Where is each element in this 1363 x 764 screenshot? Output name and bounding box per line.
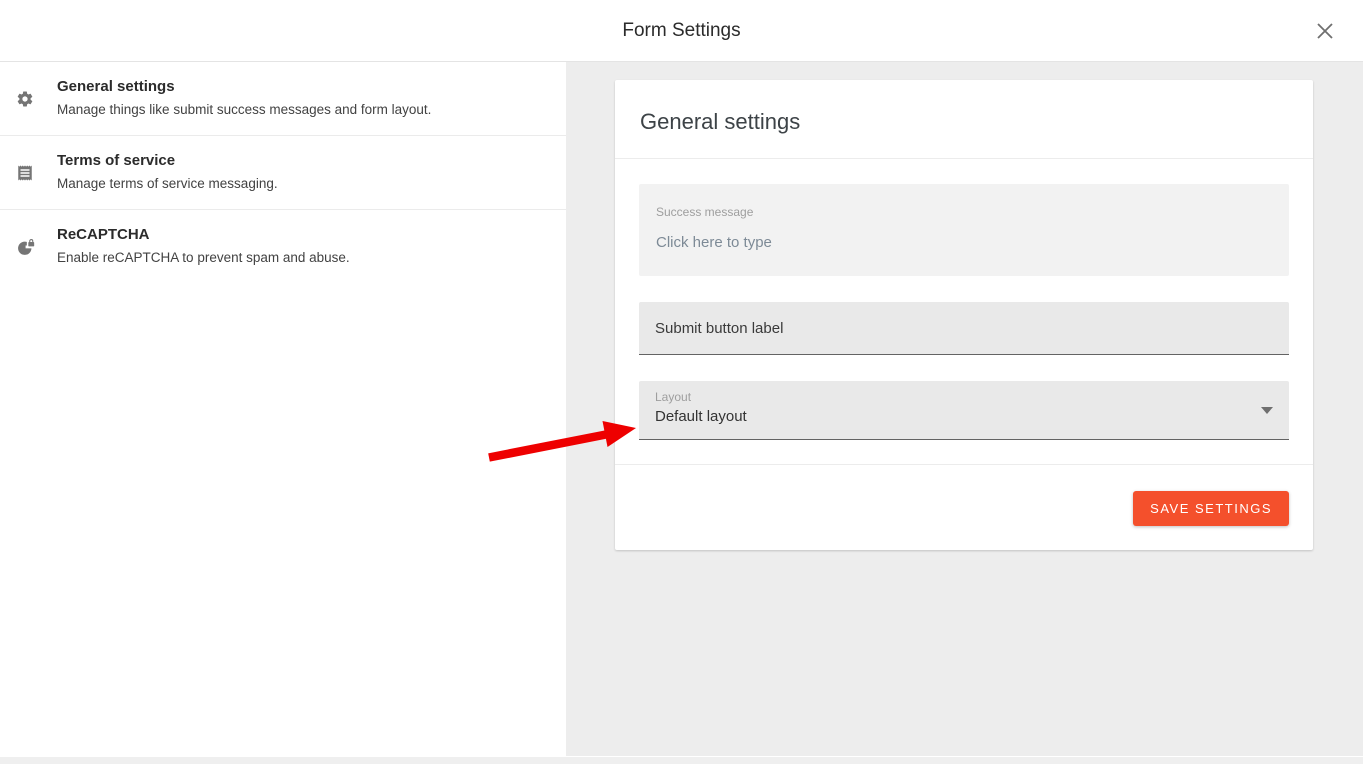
- sidebar-item-description: Manage terms of service messaging.: [57, 176, 542, 192]
- close-icon: [1316, 22, 1334, 40]
- general-settings-card: General settings Success message Layout …: [615, 80, 1313, 550]
- settings-nav: General settings Manage things like subm…: [0, 62, 566, 756]
- gear-icon: [16, 90, 34, 108]
- settings-main: General settings Success message Layout …: [566, 62, 1363, 756]
- submit-button-label-field[interactable]: [639, 302, 1289, 355]
- sidebar-item-title: ReCAPTCHA: [57, 226, 542, 243]
- sidebar-item-title: General settings: [57, 78, 542, 95]
- form-settings-modal: Form Settings General settings Manage th…: [0, 0, 1363, 757]
- card-header: General settings: [615, 80, 1313, 159]
- modal-header: Form Settings: [0, 0, 1363, 62]
- chevron-down-icon: [1261, 407, 1273, 414]
- modal-content: General settings Manage things like subm…: [0, 62, 1363, 756]
- success-message-input[interactable]: [656, 232, 1272, 252]
- success-message-field[interactable]: Success message: [639, 184, 1289, 276]
- card-body: Success message Layout Default layout: [615, 159, 1313, 464]
- globe-lock-icon: [16, 237, 36, 257]
- save-settings-button[interactable]: SAVE SETTINGS: [1133, 491, 1289, 526]
- sidebar-item-recaptcha[interactable]: ReCAPTCHA Enable reCAPTCHA to prevent sp…: [0, 210, 566, 283]
- sidebar-item-terms-of-service[interactable]: Terms of service Manage terms of service…: [0, 136, 566, 210]
- submit-button-label-input[interactable]: [639, 302, 1289, 354]
- layout-select[interactable]: Layout Default layout: [639, 381, 1289, 440]
- success-message-label: Success message: [656, 205, 1272, 219]
- card-title: General settings: [640, 109, 1288, 135]
- receipt-icon: [16, 164, 34, 182]
- layout-label: Layout: [655, 390, 1273, 404]
- layout-selected-value: Default layout: [655, 407, 1273, 427]
- close-button[interactable]: [1312, 18, 1338, 44]
- sidebar-item-title: Terms of service: [57, 152, 542, 169]
- sidebar-item-description: Manage things like submit success messag…: [57, 102, 542, 118]
- modal-title: Form Settings: [622, 20, 740, 42]
- sidebar-item-description: Enable reCAPTCHA to prevent spam and abu…: [57, 250, 542, 266]
- sidebar-item-general-settings[interactable]: General settings Manage things like subm…: [0, 62, 566, 136]
- card-footer: SAVE SETTINGS: [615, 464, 1313, 550]
